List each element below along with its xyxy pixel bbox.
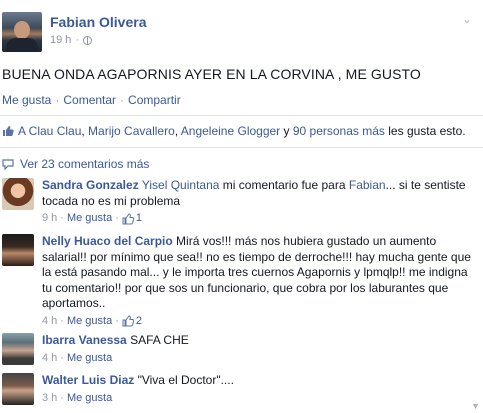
comment-text: SAFA CHE [130,333,189,347]
comment-like-button[interactable]: Me gusta [67,351,112,367]
likes-connector: y [283,124,290,138]
comment-meta: 9 h · Me gusta · 1 [42,211,480,227]
like-button[interactable]: Me gusta [2,93,51,107]
comment-body: Nelly Huaco del Carpio Mirá vos!!! más n… [42,234,480,329]
author-avatar[interactable] [2,12,42,52]
commenter-avatar[interactable] [2,234,34,266]
comment-author[interactable]: Ibarra Vanessa [42,333,127,347]
meta-separator: · [60,212,64,224]
thumbs-up-icon [122,213,134,225]
comment-like-count[interactable]: 2 [122,314,142,330]
meta-separator: · [75,34,80,46]
liker-name[interactable]: Marijo Cavallero [88,124,175,138]
meta-separator: · [60,314,64,327]
comment-text: "Viva el Doctor".... [137,373,234,387]
comment-body: Walter Luis Diaz "Viva el Doctor".... 3 … [42,373,480,406]
comment-time[interactable]: 9 h [42,211,57,227]
action-separator: · [120,93,125,107]
comment-like-button[interactable]: Me gusta [67,314,112,330]
view-more-comments[interactable]: Ver 23 comentarios más [2,157,149,171]
speech-bubble-icon [2,158,14,170]
comment-text: mi comentario fue para [222,178,346,192]
like-count-value: 2 [135,314,143,327]
comment-meta: 4 h · Me gusta [42,351,480,367]
thumbs-up-icon [122,315,134,327]
action-separator: · [55,93,60,107]
comment-time[interactable]: 4 h [42,314,57,330]
likes-suffix: les gusta esto. [388,124,466,138]
comment-body: Ibarra Vanessa SAFA CHE 4 h · Me gusta [42,333,480,366]
comment-body: Sandra Gonzalez Yisel Quintana mi coment… [42,178,480,227]
comment-button[interactable]: Comentar [63,93,116,107]
post-author[interactable]: Fabian Olivera [50,14,146,30]
meta-separator: · [60,351,64,364]
comment-like-button[interactable]: Me gusta [67,211,112,227]
comment-time[interactable]: 3 h [42,391,57,407]
chevron-down-icon[interactable]: ⌄ [462,13,472,25]
meta-separator: · [60,391,64,404]
others-likes-link[interactable]: 90 personas más [293,124,385,138]
share-button[interactable]: Compartir [128,93,181,107]
scroll-down-icon[interactable]: ▼ [471,401,480,411]
thumbs-up-icon [2,125,14,137]
commenter-avatar[interactable] [2,373,34,405]
meta-separator: · [115,314,119,327]
comment-mention[interactable]: Yisel Quintana [142,178,220,192]
comment-mention[interactable]: Fabian [349,178,386,192]
divider [0,115,483,116]
divider [0,147,483,148]
comment-author[interactable]: Nelly Huaco del Carpio [42,234,173,248]
commenter-avatar[interactable] [2,333,34,365]
likes-summary: A Clau Clau, Marijo Cavallero, Angeleine… [2,124,466,138]
comment-author[interactable]: Sandra Gonzalez [42,178,139,192]
post-time[interactable]: 19 h [50,34,71,46]
like-count-value: 1 [135,212,143,224]
comment-meta: 4 h · Me gusta · 2 [42,314,480,330]
view-comments-label[interactable]: Ver 23 comentarios más [20,157,149,171]
liker-name[interactable]: A Clau Clau [18,124,81,138]
comment-meta: 3 h · Me gusta [42,391,480,407]
post-actions: Me gusta · Comentar · Compartir [2,93,181,107]
post-text: BUENA ONDA AGAPORNIS AYER EN LA CORVINA … [2,66,421,82]
comment-author[interactable]: Walter Luis Diaz [42,373,134,387]
liker-name[interactable]: Angeleine Glogger [181,124,280,138]
comment-time[interactable]: 4 h [42,351,57,367]
meta-separator: · [115,212,119,224]
post-meta: 19 h · [50,34,93,46]
comment-like-count[interactable]: 1 [122,211,142,227]
post-header: Fabian Olivera 19 h · ⌄ [2,12,472,52]
globe-icon[interactable] [83,35,93,45]
comment-like-button[interactable]: Me gusta [67,391,112,407]
commenter-avatar[interactable] [2,178,34,210]
